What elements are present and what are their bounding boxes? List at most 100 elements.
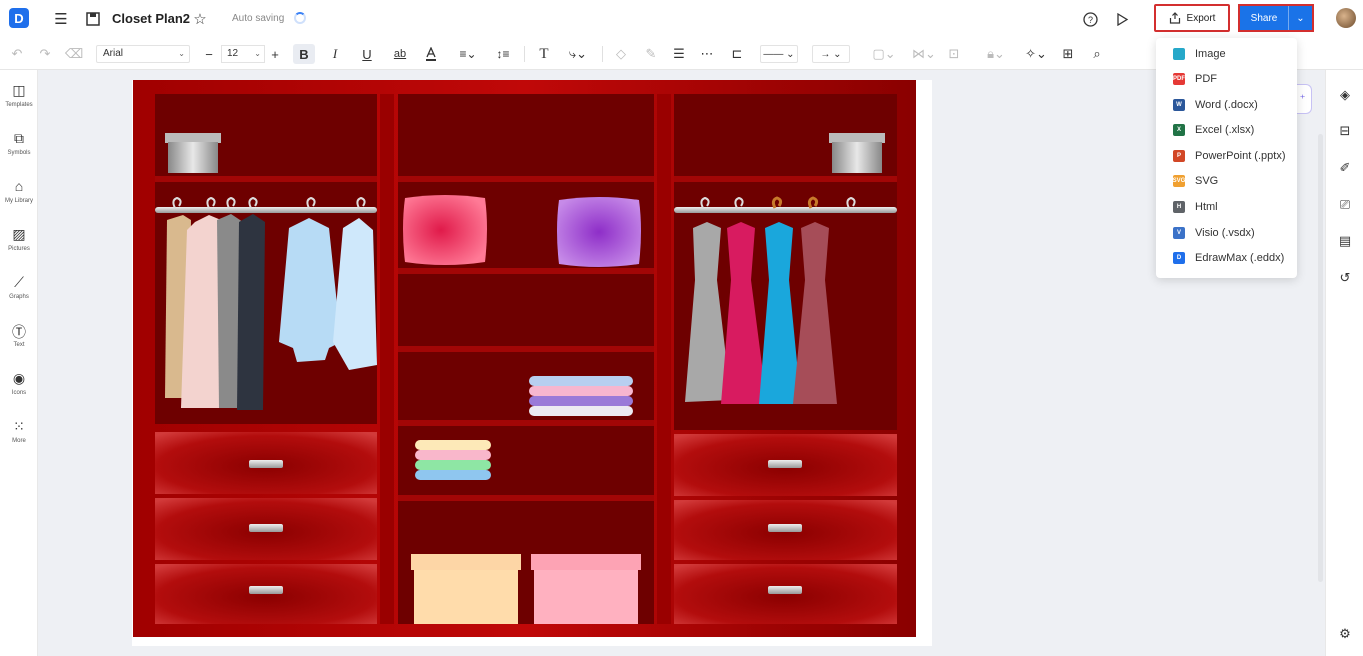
flip-icon[interactable]: ⋈⌄ — [912, 44, 936, 64]
crop-icon[interactable]: ⊡ — [944, 44, 964, 64]
export-icon — [1169, 12, 1180, 24]
shelf — [398, 268, 654, 274]
pillow-red — [403, 195, 487, 265]
word-icon: W — [1173, 99, 1185, 111]
shadow-icon[interactable]: ▢⌄ — [872, 44, 896, 64]
share-dropdown-chevron-icon[interactable]: ⌄ — [1288, 6, 1312, 30]
sidebar-item-text[interactable]: Ⓣ Text — [0, 322, 38, 348]
storage-box — [165, 133, 221, 173]
export-menu-item-powerpoint[interactable]: P PowerPoint (.pptx) — [1156, 144, 1297, 168]
export-menu-item-pdf[interactable]: PDF PDF — [1156, 67, 1297, 91]
autosave-status: Auto saving — [232, 13, 285, 24]
svg-icon: SVG — [1173, 175, 1185, 187]
user-avatar[interactable] — [1336, 8, 1356, 28]
export-menu-item-image[interactable]: Image — [1156, 42, 1297, 66]
save-icon[interactable] — [83, 9, 103, 29]
line-style-select[interactable]: —— ⌄ — [760, 45, 798, 63]
fill-icon[interactable]: ◇ — [612, 44, 630, 64]
settings-sliders-icon[interactable]: ⚙ — [1337, 626, 1353, 642]
more-icon: ⁙ — [13, 418, 25, 434]
drawer-right-2 — [674, 500, 897, 560]
format-painter-icon[interactable]: ⌫ — [65, 44, 83, 64]
line-weight-icon[interactable]: ☰ — [670, 44, 688, 64]
format-panel-icon[interactable]: ⊟ — [1337, 123, 1353, 139]
export-menu-item-edrawmax[interactable]: D EdrawMax (.eddx) — [1156, 246, 1297, 270]
star-icon[interactable]: ☆ — [190, 9, 210, 29]
sidebar-item-library[interactable]: ⌂ My Library — [0, 178, 38, 204]
page-settings-icon[interactable]: ▤ — [1337, 233, 1353, 249]
export-menu-item-html[interactable]: H Html — [1156, 195, 1297, 219]
export-menu: Image PDF PDF W Word (.docx) X Excel (.xlsx… — [1156, 38, 1297, 278]
edrawmax-icon: D — [1173, 252, 1185, 264]
style-brush-icon[interactable]: ✐ — [1337, 160, 1353, 176]
line-spacing-icon[interactable]: ↕≡ — [490, 44, 516, 64]
play-icon[interactable] — [1112, 9, 1132, 29]
sidebar-item-templates[interactable]: ◫ Templates — [0, 82, 38, 108]
font-color-icon[interactable] — [422, 44, 440, 64]
history-icon[interactable]: ↺ — [1337, 270, 1353, 286]
underline-button[interactable]: U — [358, 44, 376, 64]
share-label: Share — [1250, 12, 1278, 24]
vertical-scrollbar[interactable] — [1318, 134, 1323, 582]
strikethrough-button[interactable]: ab — [390, 44, 410, 64]
arrow-style-select[interactable]: → ⌄ — [812, 45, 850, 63]
export-menu-item-excel[interactable]: X Excel (.xlsx) — [1156, 118, 1297, 142]
bold-button[interactable]: B — [293, 44, 315, 64]
redo-icon[interactable]: ↷ — [37, 44, 53, 64]
export-menu-item-svg[interactable]: SVG SVG — [1156, 169, 1297, 193]
icons-icon: ◉ — [12, 370, 26, 386]
text-icon: Ⓣ — [12, 324, 26, 340]
excel-icon: X — [1173, 124, 1185, 136]
visio-icon: V — [1173, 227, 1185, 239]
export-button[interactable]: Export — [1154, 4, 1230, 32]
export-menu-item-word[interactable]: W Word (.docx) — [1156, 93, 1297, 117]
decrease-font-icon[interactable]: − — [202, 44, 216, 64]
sidebar-item-icons[interactable]: ◉ Icons — [0, 370, 38, 396]
closet-drawing[interactable] — [133, 80, 916, 637]
dash-style-icon[interactable]: ⋯ — [698, 44, 716, 64]
menu-icon[interactable]: ☰ — [51, 9, 71, 29]
html-icon: H — [1173, 201, 1185, 213]
app-logo[interactable]: D — [9, 8, 29, 28]
loading-spinner-icon — [294, 12, 306, 24]
lock-icon[interactable]: 🔒︎⌄ — [984, 44, 1008, 64]
sidebar-item-more[interactable]: ⁙ More — [0, 418, 38, 444]
storage-box — [829, 133, 885, 173]
find-icon[interactable]: ⌕ — [1088, 44, 1106, 64]
sidebar-item-pictures[interactable]: ▨ Pictures — [0, 226, 38, 252]
shelf — [674, 176, 897, 182]
pdf-icon: PDF — [1173, 73, 1185, 85]
connector-icon[interactable]: ⤷⌄ — [564, 44, 592, 64]
toolbar-divider — [524, 46, 525, 62]
font-family-select[interactable]: Arial ⌄ — [96, 45, 190, 63]
italic-button[interactable]: I — [326, 44, 344, 64]
export-menu-item-visio[interactable]: V Visio (.vsdx) — [1156, 221, 1297, 245]
presentation-icon[interactable]: ⎚ — [1337, 197, 1353, 213]
folded-clothes — [415, 440, 491, 480]
drawer-left-3 — [155, 564, 377, 624]
arrange-icon[interactable]: ⊏ — [728, 44, 746, 64]
align-icon[interactable]: ≡⌄ — [456, 44, 480, 64]
shelf — [155, 176, 377, 182]
fill-bucket-icon[interactable]: ◈ — [1337, 87, 1353, 103]
insert-icon[interactable]: ⊞ — [1059, 44, 1077, 64]
document-title[interactable]: Closet Plan2 — [112, 11, 190, 26]
folded-towels — [529, 376, 633, 416]
replace-shape-icon[interactable]: ✧⌄ — [1024, 44, 1048, 64]
font-size-select[interactable]: 12 ⌄ — [221, 45, 265, 63]
text-tool-button[interactable]: T — [535, 44, 553, 64]
drawer-right-3 — [674, 564, 897, 624]
svg-text:?: ? — [1087, 15, 1092, 25]
share-button[interactable]: Share ⌄ — [1238, 4, 1314, 32]
export-label: Export — [1186, 12, 1216, 24]
divider-post — [380, 94, 394, 624]
help-icon[interactable]: ? — [1080, 9, 1100, 29]
pen-icon[interactable]: ✎ — [642, 44, 660, 64]
sidebar-item-symbols[interactable]: ⧉ Symbols — [0, 130, 38, 156]
drawer-left-2 — [155, 498, 377, 560]
sidebar-item-graphs[interactable]: ⟋ Graphs — [0, 274, 38, 300]
undo-icon[interactable]: ↶ — [9, 44, 25, 64]
divider-post — [657, 94, 671, 624]
shelf — [398, 176, 654, 182]
increase-font-icon[interactable]: + — [268, 44, 282, 64]
